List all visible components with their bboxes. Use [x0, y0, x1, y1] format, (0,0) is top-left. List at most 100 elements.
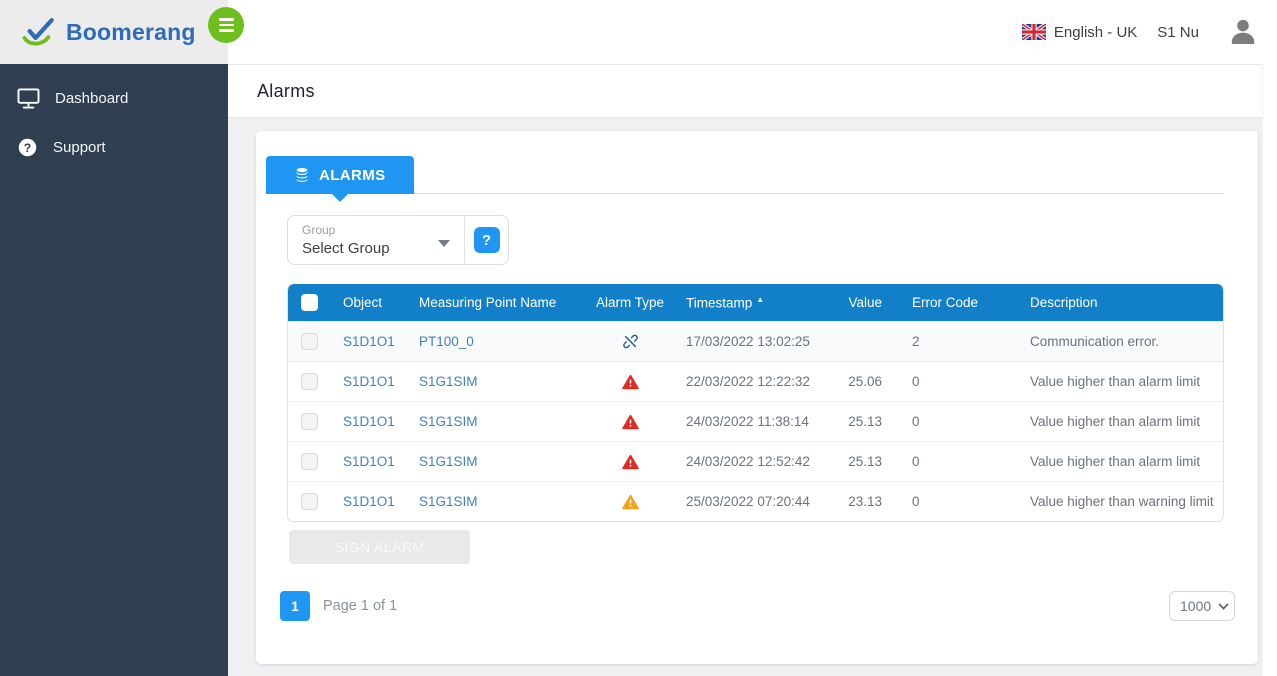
page-title-bar: Alarms	[228, 65, 1262, 118]
description-cell: Value higher than alarm limit	[1012, 454, 1223, 469]
username-label[interactable]: S1 Nu	[1157, 24, 1199, 41]
value-cell: 25.13	[832, 454, 882, 469]
hamburger-icon	[219, 18, 234, 21]
menu-toggle-button[interactable]	[208, 7, 244, 43]
question-circle-icon: ?	[17, 137, 38, 158]
table-row[interactable]: S1D1O1 S1G1SIM 25/03/2022 07:20:44 23.13…	[288, 481, 1223, 521]
sign-alarm-button[interactable]: SIGN ALARM	[289, 530, 470, 564]
help-section: ?	[465, 216, 508, 264]
measuring-point-link[interactable]: S1G1SIM	[419, 374, 478, 389]
group-filter: Group Select Group ?	[287, 215, 509, 265]
value-cell: 25.06	[832, 374, 882, 389]
language-selector[interactable]: English - UK	[1022, 24, 1137, 41]
select-all-checkbox[interactable]	[301, 294, 318, 311]
top-bar: Boomerang English - UK S1 Nu	[0, 0, 1277, 64]
top-bar-right: English - UK S1 Nu	[1022, 16, 1277, 48]
group-select-value: Select Group	[302, 240, 450, 257]
logo-area: Boomerang	[0, 0, 228, 64]
page-title: Alarms	[257, 81, 315, 102]
content-area: ALARMS Group Select Group ?	[228, 131, 1262, 676]
alarm-alarm-icon	[622, 414, 639, 430]
sidebar-item-support[interactable]: ? Support	[0, 123, 228, 172]
row-checkbox[interactable]	[301, 453, 318, 470]
description-cell: Communication error.	[1012, 334, 1223, 349]
timestamp-cell: 24/03/2022 11:38:14	[686, 414, 832, 429]
table-body: S1D1O1 PT100_0 17/03/2022 13:02:25 2 Com…	[288, 321, 1223, 521]
column-header-object[interactable]: Object	[343, 295, 419, 310]
chevron-down-icon	[438, 240, 450, 247]
sort-ascending-icon: ▲	[756, 295, 764, 304]
description-cell: Value higher than alarm limit	[1012, 374, 1223, 389]
uk-flag-icon	[1022, 24, 1046, 40]
main-area: Alarms ALARMS	[228, 64, 1262, 676]
column-header-value[interactable]: Value	[832, 295, 882, 310]
page-1-button[interactable]: 1	[280, 591, 310, 621]
alarm-alarm-icon	[622, 374, 639, 390]
tab-alarms[interactable]: ALARMS	[266, 156, 414, 194]
object-link[interactable]: S1D1O1	[343, 494, 395, 509]
column-header-measuring-point-name[interactable]: Measuring Point Name	[419, 295, 596, 310]
pagination-row: 1 Page 1 of 1 1000	[280, 591, 1235, 621]
value-cell: 25.13	[832, 414, 882, 429]
sidebar-item-label: Support	[53, 139, 106, 156]
disconnected-alarm-icon	[622, 333, 639, 350]
timestamp-cell: 17/03/2022 13:02:25	[686, 334, 832, 349]
alarm-alarm-icon	[622, 454, 639, 470]
error-code-cell: 0	[882, 494, 1012, 509]
error-code-cell: 2	[882, 334, 1012, 349]
error-code-cell: 0	[882, 414, 1012, 429]
column-header-error-code[interactable]: Error Code	[882, 295, 1012, 310]
error-code-cell: 0	[882, 374, 1012, 389]
app-window: Boomerang English - UK S1 Nu	[0, 0, 1277, 676]
page-count-label: Page 1 of 1	[323, 598, 397, 614]
page-size-select[interactable]: 1000	[1169, 591, 1235, 621]
object-link[interactable]: S1D1O1	[343, 334, 395, 349]
timestamp-cell: 22/03/2022 12:22:32	[686, 374, 832, 389]
object-link[interactable]: S1D1O1	[343, 454, 395, 469]
row-checkbox[interactable]	[301, 373, 318, 390]
group-select-label: Group	[302, 223, 450, 237]
timestamp-cell: 24/03/2022 12:52:42	[686, 454, 832, 469]
warning-alarm-icon	[622, 494, 639, 510]
sidebar-item-dashboard[interactable]: Dashboard	[0, 74, 228, 123]
table-row[interactable]: S1D1O1 PT100_0 17/03/2022 13:02:25 2 Com…	[288, 321, 1223, 361]
row-checkbox[interactable]	[301, 413, 318, 430]
measuring-point-link[interactable]: PT100_0	[419, 334, 474, 349]
value-cell: 23.13	[832, 494, 882, 509]
measuring-point-link[interactable]: S1G1SIM	[419, 414, 478, 429]
brand-name: Boomerang	[66, 19, 196, 46]
sidebar-item-label: Dashboard	[55, 90, 128, 107]
column-header-description[interactable]: Description	[1012, 295, 1223, 310]
description-cell: Value higher than warning limit	[1012, 494, 1223, 509]
filter-row: Group Select Group ?	[287, 215, 1258, 265]
user-avatar-icon[interactable]	[1227, 16, 1259, 48]
table-row[interactable]: S1D1O1 S1G1SIM 22/03/2022 12:22:32 25.06…	[288, 361, 1223, 401]
timestamp-cell: 25/03/2022 07:20:44	[686, 494, 832, 509]
tab-notch	[332, 194, 348, 202]
sidebar: Dashboard ? Support	[0, 64, 228, 676]
row-checkbox[interactable]	[301, 493, 318, 510]
table-row[interactable]: S1D1O1 S1G1SIM 24/03/2022 12:52:42 25.13…	[288, 441, 1223, 481]
group-select[interactable]: Group Select Group	[288, 216, 464, 264]
object-link[interactable]: S1D1O1	[343, 374, 395, 389]
boomerang-logo-icon	[22, 17, 56, 47]
row-checkbox[interactable]	[301, 333, 318, 350]
scrollbar-track[interactable]	[1262, 64, 1277, 676]
table-header-row: Object Measuring Point Name Alarm Type T…	[288, 284, 1223, 321]
language-label: English - UK	[1054, 24, 1137, 41]
table-row[interactable]: S1D1O1 S1G1SIM 24/03/2022 11:38:14 25.13…	[288, 401, 1223, 441]
tab-label: ALARMS	[319, 167, 386, 184]
object-link[interactable]: S1D1O1	[343, 414, 395, 429]
database-icon	[294, 167, 310, 183]
measuring-point-link[interactable]: S1G1SIM	[419, 454, 478, 469]
column-header-alarm-type[interactable]: Alarm Type	[596, 295, 686, 310]
alarms-card: ALARMS Group Select Group ?	[256, 131, 1258, 664]
description-cell: Value higher than alarm limit	[1012, 414, 1223, 429]
column-header-timestamp[interactable]: Timestamp▲	[686, 295, 832, 311]
header-checkbox-cell	[288, 294, 343, 311]
svg-text:?: ?	[24, 141, 31, 155]
alarms-table: Object Measuring Point Name Alarm Type T…	[287, 284, 1224, 522]
help-button[interactable]: ?	[474, 227, 500, 253]
tab-row: ALARMS	[266, 131, 1224, 194]
measuring-point-link[interactable]: S1G1SIM	[419, 494, 478, 509]
